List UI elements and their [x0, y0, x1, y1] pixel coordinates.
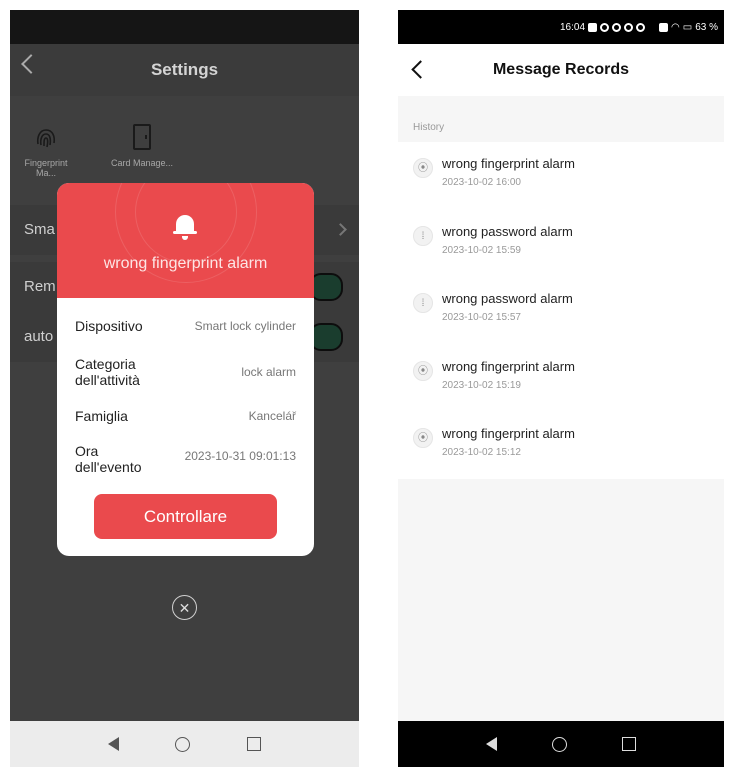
detail-label: Dispositivo [75, 318, 143, 334]
notification-icon [600, 22, 610, 32]
status-time: 16:04 [559, 21, 586, 33]
settings-screen: Settings Fingerprint Ma... Card Manage..… [10, 10, 359, 767]
android-nav-bar [398, 721, 724, 767]
fingerprint-icon [14, 124, 78, 158]
detail-label: Famiglia [75, 408, 128, 424]
list-item[interactable]: ⁞ wrong password alarm 2023-10-02 15:57 [398, 277, 724, 343]
auto-toggle[interactable] [309, 323, 343, 351]
card-icon [133, 124, 151, 150]
home-nav-icon[interactable] [551, 736, 567, 752]
record-title: wrong fingerprint alarm [442, 359, 575, 374]
record-time: 2023-10-02 15:12 [442, 447, 521, 458]
keypad-icon: ⁞ [413, 226, 433, 246]
detail-value: lock alarm [241, 365, 296, 379]
settings-header: Settings [10, 44, 359, 96]
record-time: 2023-10-02 15:57 [442, 312, 521, 323]
close-dialog-button[interactable]: ✕ [172, 595, 197, 620]
fingerprint-manage-label: Fingerprint Ma... [24, 158, 68, 178]
back-nav-icon[interactable] [108, 737, 120, 751]
list-item[interactable]: ⦿ wrong fingerprint alarm 2023-10-02 15:… [398, 345, 724, 411]
detail-row-event-time: Ora dell'evento 2023-10-31 09:01:13 [75, 443, 296, 473]
recents-nav-icon[interactable] [246, 737, 261, 751]
battery-level: 63 % [695, 21, 718, 33]
detail-value: Smart lock cylinder [194, 319, 296, 333]
detail-label: Ora dell'evento [75, 443, 142, 473]
settings-row-label: auto [24, 328, 54, 345]
alarm-title: wrong fingerprint alarm [103, 255, 268, 272]
detail-row-category: Categoria dell'attività lock alarm [75, 356, 296, 388]
battery-icon: ▭ [682, 21, 693, 33]
list-item[interactable]: ⦿ wrong fingerprint alarm 2023-10-02 15:… [398, 412, 724, 478]
notification-icon [636, 22, 646, 32]
chevron-right-icon [334, 223, 347, 236]
fingerprint-icon: ⦿ [413, 361, 433, 381]
record-time: 2023-10-02 15:19 [442, 380, 521, 391]
record-title: wrong password alarm [442, 291, 573, 306]
signal-icon [659, 22, 669, 32]
fingerprint-icon: ⦿ [413, 158, 433, 178]
status-bar [10, 10, 359, 44]
notification-icon [624, 22, 634, 32]
page-title: Settings [150, 60, 219, 79]
alarm-dialog-header: wrong fingerprint alarm [57, 183, 314, 298]
records-list: ⦿ wrong fingerprint alarm 2023-10-02 16:… [398, 142, 724, 479]
wifi-icon: ◠ [671, 21, 680, 33]
record-title: wrong fingerprint alarm [442, 156, 575, 171]
back-nav-icon[interactable] [485, 737, 497, 751]
page-title: Message Records [492, 61, 630, 78]
list-item[interactable]: ⦿ wrong fingerprint alarm 2023-10-02 16:… [398, 142, 724, 208]
record-time: 2023-10-02 16:00 [442, 177, 521, 188]
list-item[interactable]: ⁞ wrong password alarm 2023-10-02 15:59 [398, 210, 724, 276]
remote-toggle[interactable] [309, 273, 343, 301]
status-bar: 16:04 ◠ ▭ 63 % [398, 10, 724, 44]
fingerprint-manage-button[interactable]: Fingerprint Ma... [14, 124, 78, 178]
card-manage-label: Card Manage... [110, 158, 174, 168]
detail-value: 2023-10-31 09:01:13 [184, 449, 296, 463]
records-header: Message Records [398, 44, 724, 96]
card-manage-button[interactable]: Card Manage... [102, 124, 182, 168]
alarm-dialog: wrong fingerprint alarm Dispositivo Smar… [57, 183, 314, 556]
detail-row-family: Famiglia Kancelář [75, 408, 296, 424]
notification-icon [588, 22, 598, 32]
fingerprint-icon: ⦿ [413, 428, 433, 448]
record-title: wrong fingerprint alarm [442, 426, 575, 441]
detail-row-device: Dispositivo Smart lock cylinder [75, 318, 296, 334]
record-time: 2023-10-02 15:59 [442, 245, 521, 256]
detail-label: Categoria dell'attività [75, 356, 140, 388]
record-title: wrong password alarm [442, 224, 573, 239]
bell-icon [173, 213, 197, 243]
home-nav-icon[interactable] [175, 736, 191, 752]
recents-nav-icon[interactable] [622, 737, 637, 751]
android-nav-bar [10, 721, 359, 767]
keypad-icon: ⁞ [413, 293, 433, 313]
settings-row-label: Rem [24, 278, 56, 295]
detail-value: Kancelář [248, 409, 296, 423]
section-label-history: History [413, 122, 445, 133]
controllare-button[interactable]: Controllare [94, 494, 277, 539]
message-records-screen: 16:04 ◠ ▭ 63 % Message Records History ⦿… [398, 10, 724, 767]
notification-icon [612, 22, 622, 32]
settings-row-label: Sma [24, 221, 55, 238]
